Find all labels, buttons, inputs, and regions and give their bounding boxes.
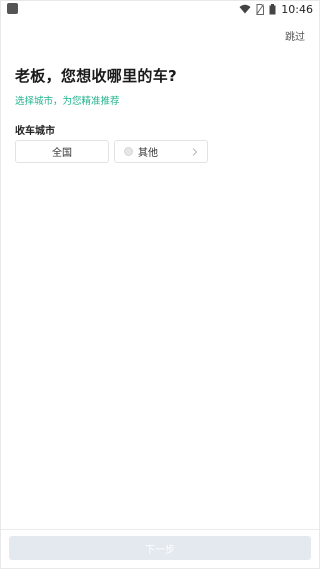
page-subtitle: 选择城市，为您精准推荐: [15, 96, 120, 107]
page-title: 老板，您想收哪里的车?: [15, 67, 178, 85]
status-bar: 10:46: [1, 1, 319, 17]
skip-button[interactable]: 跳过: [285, 28, 305, 43]
radio-icon: [124, 147, 133, 156]
city-option-label: 其他: [138, 148, 158, 159]
wifi-icon: [239, 4, 251, 14]
city-option-label: 全国: [52, 148, 72, 159]
battery-icon: [269, 3, 276, 15]
section-label-city: 收车城市: [15, 126, 55, 137]
no-sim-icon: [256, 3, 265, 15]
city-option-other[interactable]: 其他: [114, 140, 208, 163]
status-icons: 10:46: [239, 2, 313, 16]
app-icon: [7, 3, 18, 14]
status-time: 10:46: [281, 2, 313, 16]
bottom-bar: 下一步: [1, 529, 319, 568]
next-button[interactable]: 下一步: [9, 536, 311, 560]
screen: 10:46 跳过 老板，您想收哪里的车? 选择城市，为您精准推荐 收车城市 全国…: [0, 0, 320, 569]
city-option-nationwide[interactable]: 全国: [15, 140, 109, 163]
chevron-right-icon: [190, 147, 199, 157]
